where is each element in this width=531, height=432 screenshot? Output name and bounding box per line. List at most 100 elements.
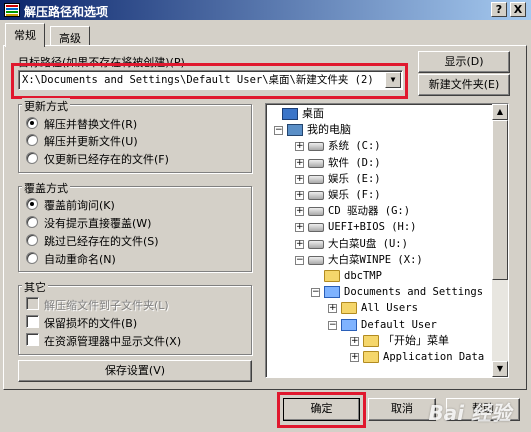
- tree-item[interactable]: 桌面: [266, 106, 492, 122]
- other-title: 其它: [22, 279, 48, 295]
- radio-button[interactable]: [26, 134, 38, 146]
- path-combo[interactable]: X:\Documents and Settings\Default User\桌…: [18, 70, 403, 90]
- tree-item[interactable]: + 系统 (C:): [266, 138, 492, 154]
- ok-button[interactable]: 确定: [283, 398, 360, 421]
- tree-item[interactable]: + UEFI+BIOS (H:): [266, 219, 492, 235]
- tree-item[interactable]: − 大白菜WINPE (X:): [266, 252, 492, 268]
- tree-item-label: 「开始」菜单: [383, 333, 449, 347]
- watermark: Bai 经验: [428, 401, 511, 425]
- checkbox[interactable]: [26, 333, 39, 346]
- radio-label: 解压并更新文件(U): [44, 135, 138, 148]
- chevron-down-icon[interactable]: ▼: [385, 72, 401, 88]
- close-button[interactable]: X: [510, 2, 526, 17]
- overwrite-mode-title: 覆盖方式: [22, 180, 70, 196]
- radio-label: 仅更新已经存在的文件(F): [44, 153, 169, 166]
- radio-label: 覆盖前询问(K): [44, 199, 115, 212]
- tree-item[interactable]: + 软件 (D:): [266, 155, 492, 171]
- scroll-down-icon[interactable]: ▼: [492, 361, 508, 377]
- radio-button[interactable]: [26, 152, 38, 164]
- radio-button[interactable]: [26, 252, 38, 264]
- tree-item-label: 娱乐 (F:): [328, 189, 381, 201]
- tree-item[interactable]: + Application Data: [266, 349, 492, 365]
- expand-icon[interactable]: +: [295, 239, 304, 249]
- tree-item[interactable]: − 我的电脑: [266, 122, 492, 138]
- save-settings-button[interactable]: 保存设置(V): [18, 360, 252, 382]
- radio-button[interactable]: [26, 198, 38, 210]
- tree-item[interactable]: − Documents and Settings: [266, 284, 492, 300]
- path-value: X:\Documents and Settings\Default User\桌…: [22, 74, 374, 86]
- tree-item[interactable]: − Default User: [266, 317, 492, 333]
- tree-item-label: 大白菜WINPE (X:): [328, 253, 423, 266]
- tree-item-label: 桌面: [302, 107, 324, 120]
- tree-item-label: 娱乐 (E:): [328, 172, 381, 185]
- checkbox-label: 保留损坏的文件(B): [44, 317, 138, 330]
- drive-icon: [308, 223, 324, 233]
- folder-icon: [363, 351, 379, 363]
- folder-icon: [363, 334, 379, 347]
- radio-button[interactable]: [26, 234, 38, 246]
- help-title-button[interactable]: ?: [491, 2, 507, 17]
- tree-item-label: dbcTMP: [344, 270, 382, 282]
- radio-label: 解压并替换文件(R): [44, 118, 138, 131]
- new-folder-button[interactable]: 新建文件夹(E): [418, 74, 510, 96]
- expand-icon[interactable]: +: [350, 353, 359, 362]
- tree-item-label: 大白菜U盘 (U:): [328, 237, 408, 250]
- tree-item[interactable]: + 娱乐 (E:): [266, 171, 492, 187]
- collapse-icon[interactable]: −: [328, 320, 337, 330]
- tree-item[interactable]: + 娱乐 (F:): [266, 187, 492, 203]
- tree-item[interactable]: + CD 驱动器 (G:): [266, 203, 492, 219]
- show-button[interactable]: 显示(D): [418, 51, 510, 73]
- tab-general-label: 常规: [14, 29, 36, 42]
- checkbox[interactable]: [26, 315, 39, 328]
- collapse-icon[interactable]: −: [274, 126, 283, 136]
- radio-label: 没有提示直接覆盖(W): [44, 217, 152, 230]
- expand-icon[interactable]: +: [295, 158, 304, 168]
- radio-button[interactable]: [26, 117, 38, 129]
- expand-icon[interactable]: +: [295, 207, 304, 217]
- tree-item[interactable]: + 大白菜U盘 (U:): [266, 236, 492, 252]
- tree-item-label: UEFI+BIOS (H:): [328, 221, 417, 234]
- expand-icon[interactable]: +: [295, 142, 304, 152]
- expand-icon[interactable]: +: [295, 174, 304, 184]
- tree-item[interactable]: + All Users: [266, 300, 492, 316]
- tree-scrollbar[interactable]: ▲ ▼: [492, 104, 508, 377]
- title-bar: 解压路径和选项 ? X: [0, 0, 531, 20]
- cd-drive-icon: [308, 207, 324, 217]
- tab-advanced[interactable]: 高级: [50, 26, 90, 46]
- scroll-thumb[interactable]: [492, 120, 508, 280]
- radio-button[interactable]: [26, 216, 38, 228]
- scroll-up-icon[interactable]: ▲: [492, 104, 508, 120]
- tree-item-label: Default User: [361, 318, 437, 331]
- tree-item-label: Application Data: [383, 351, 485, 363]
- winrar-app-icon: [4, 3, 20, 17]
- tree-item-label: 软件 (D:): [328, 156, 381, 169]
- cancel-button[interactable]: 取消: [368, 398, 436, 421]
- expand-icon[interactable]: +: [328, 304, 337, 314]
- window-title: 解压路径和选项: [24, 5, 109, 19]
- tab-advanced-label: 高级: [59, 32, 81, 45]
- tree-item[interactable]: dbcTMP: [266, 268, 492, 284]
- expand-icon[interactable]: +: [350, 336, 359, 346]
- checkbox[interactable]: [26, 297, 39, 310]
- checkbox-label: 在资源管理器中显示文件(X): [44, 335, 182, 348]
- expand-icon[interactable]: +: [295, 191, 304, 200]
- expand-icon[interactable]: +: [295, 223, 304, 233]
- tree-item-label: 我的电脑: [307, 123, 351, 137]
- drive-icon: [308, 158, 324, 168]
- tab-general[interactable]: 常规: [5, 23, 45, 47]
- drive-icon: [308, 255, 324, 265]
- folder-tree[interactable]: 桌面 − 我的电脑 + 系统 (C:) + 软件 (D:) + 娱乐 (E:) + 娱乐 (F:) +…: [265, 103, 509, 378]
- radio-label: 自动重命名(N): [44, 253, 116, 266]
- drive-icon: [308, 174, 324, 184]
- computer-icon: [287, 124, 303, 137]
- collapse-icon[interactable]: −: [295, 255, 304, 265]
- drive-icon: [308, 191, 324, 200]
- radio-label: 跳过已经存在的文件(S): [44, 235, 159, 248]
- tree-item-label: 系统 (C:): [328, 140, 381, 153]
- desktop-icon: [282, 108, 298, 120]
- tree-item[interactable]: + 「开始」菜单: [266, 333, 492, 349]
- update-mode-title: 更新方式: [22, 98, 70, 114]
- tree-item-label: CD 驱动器 (G:): [328, 205, 411, 218]
- collapse-icon[interactable]: −: [311, 288, 320, 298]
- folder-icon: [341, 302, 357, 315]
